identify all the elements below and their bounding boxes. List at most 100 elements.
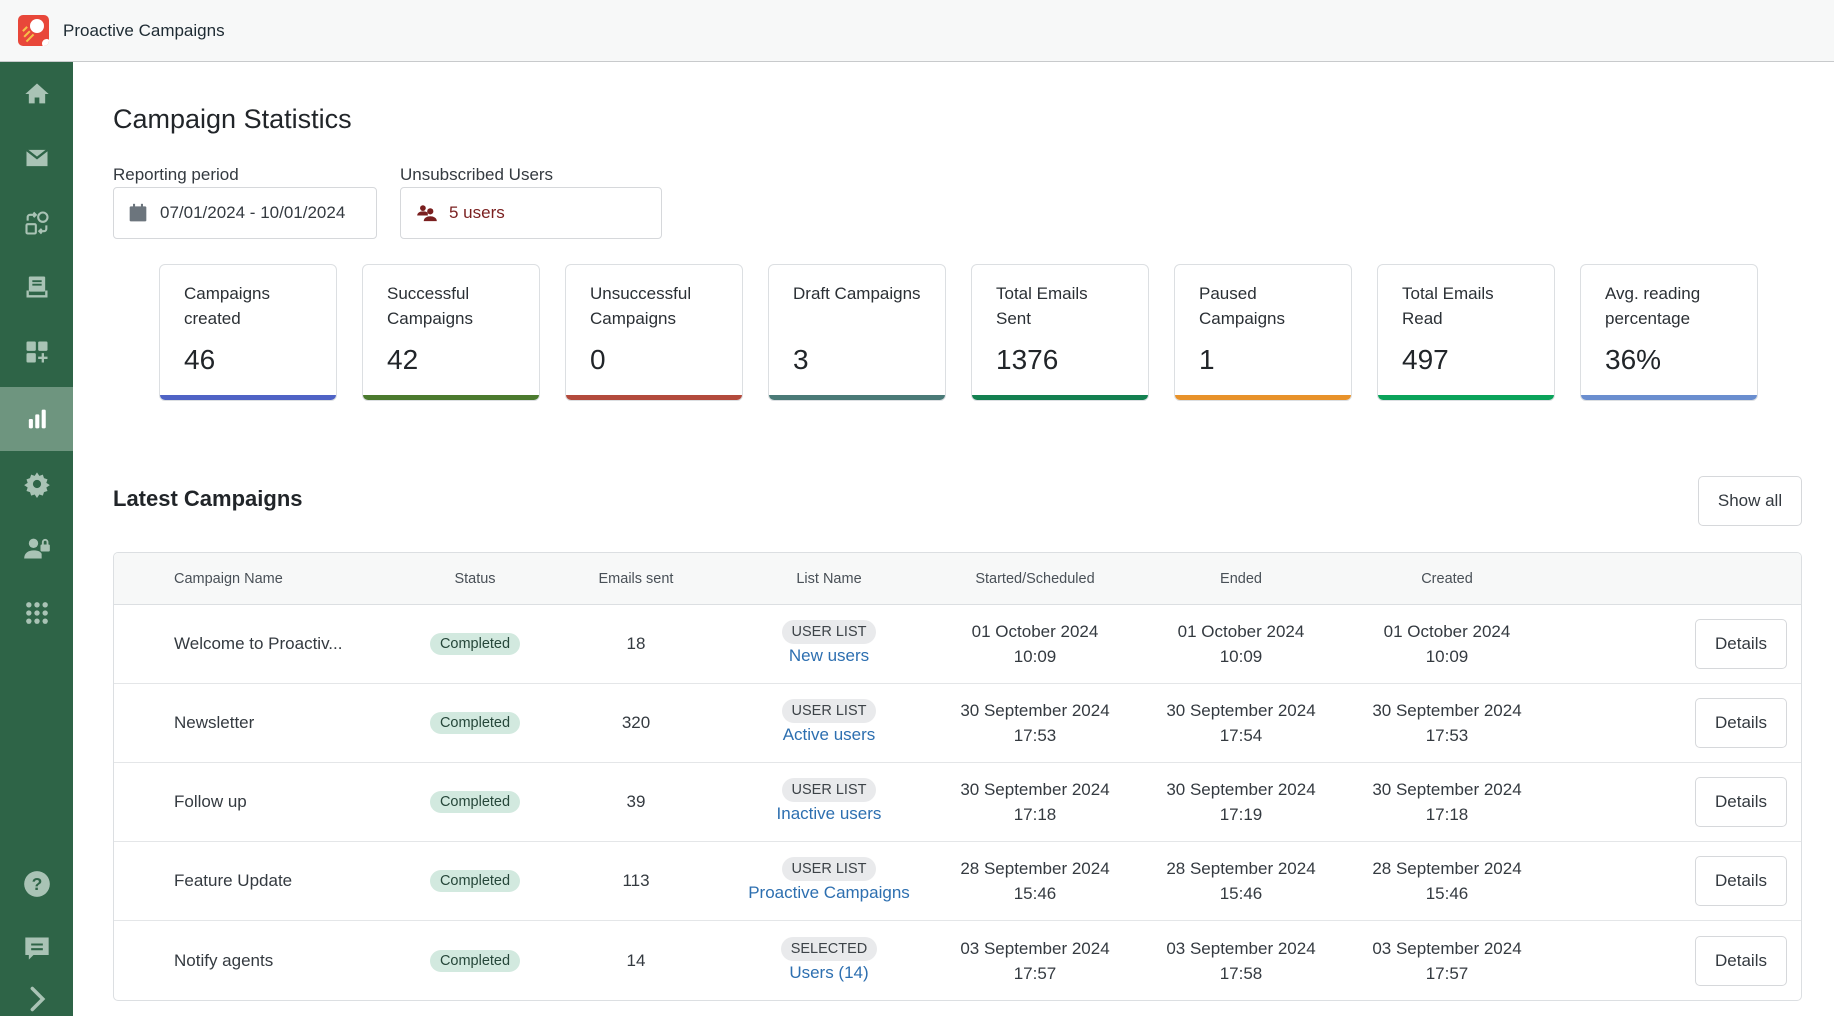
show-all-button[interactable]: Show all [1698, 476, 1802, 526]
sidebar-item-automations[interactable] [0, 191, 73, 255]
stat-value: 3 [793, 344, 809, 375]
created-date: 30 September 2024 [1372, 780, 1522, 799]
stat-label: Paused Campaigns [1199, 284, 1285, 328]
main-content: Campaign Statistics Reporting period 07/… [73, 62, 1834, 1016]
stat-accent-bar [769, 395, 945, 400]
created-date: 01 October 2024 [1383, 622, 1511, 641]
campaigns-table: Campaign Name Status Emails sent List Na… [113, 552, 1802, 1001]
sidebar-item-email[interactable] [0, 126, 73, 190]
user-lock-icon [23, 538, 50, 559]
table-row: Welcome to Proactiv... Completed 18 USER… [114, 605, 1801, 684]
ended-cell: 01 October 2024 10:09 [1138, 619, 1344, 669]
unsubscribed-users-button[interactable]: 5 users [400, 187, 662, 239]
stat-accent-bar [972, 395, 1148, 400]
page-title: Campaign Statistics [113, 104, 352, 134]
stat-label: Successful Campaigns [387, 284, 473, 328]
details-button[interactable]: Details [1695, 777, 1787, 827]
list-type-badge: SELECTED [780, 936, 878, 961]
sidebar: ? [0, 62, 73, 1016]
table-row: Feature Update Completed 113 USER LIST P… [114, 842, 1801, 921]
chevron-right-icon [30, 986, 45, 1011]
sidebar-item-widgets[interactable] [0, 320, 73, 384]
started-date: 03 September 2024 [960, 938, 1110, 958]
status-badge: Completed [429, 949, 521, 972]
stats-cards: Campaigns created 46 Successful Campaign… [159, 264, 1758, 401]
list-name-link[interactable]: Users (14) [726, 961, 932, 985]
stat-card-avg-reading-percentage: Avg. reading percentage 36% [1580, 264, 1758, 401]
svg-text:?: ? [31, 874, 42, 894]
sidebar-item-help[interactable]: ? [0, 852, 73, 916]
reporting-period-picker[interactable]: 07/01/2024 - 10/01/2024 [113, 187, 377, 239]
ended-date: 01 October 2024 [1177, 622, 1305, 641]
ended-time: 15:46 [1219, 884, 1263, 903]
stat-card-campaigns-created: Campaigns created 46 [159, 264, 337, 401]
table-row: Notify agents Completed 14 SELECTED User… [114, 921, 1801, 1000]
sidebar-item-settings[interactable] [0, 452, 73, 516]
stat-value: 497 [1402, 344, 1449, 375]
table-row: Newsletter Completed 320 USER LIST Activ… [114, 684, 1801, 763]
started-date: 30 September 2024 [960, 701, 1110, 720]
stat-value: 1376 [996, 344, 1059, 375]
list-name-link[interactable]: Inactive users [726, 802, 932, 826]
created-cell: 28 September 2024 15:46 [1344, 856, 1550, 906]
started-time: 17:53 [1013, 726, 1057, 745]
sidebar-item-apps[interactable] [0, 581, 73, 645]
stat-card-total-emails-read: Total Emails Read 497 [1377, 264, 1555, 401]
campaign-name: Notify agents [174, 950, 274, 970]
details-button[interactable]: Details [1695, 698, 1787, 748]
stat-value: 42 [387, 344, 419, 375]
list-name-link[interactable]: Active users [726, 723, 932, 747]
details-button[interactable]: Details [1695, 935, 1787, 986]
stat-card-draft-campaigns: Draft Campaigns 3 [768, 264, 946, 401]
emails-sent: 39 [626, 792, 646, 811]
column-header-list-name: List Name [796, 570, 862, 587]
column-header-started: Started/Scheduled [975, 570, 1095, 587]
list-type-badge: USER LIST [781, 620, 877, 644]
stat-accent-bar [566, 395, 742, 400]
stat-value: 1 [1199, 344, 1215, 375]
ended-time: 10:09 [1219, 647, 1263, 666]
sidebar-item-permissions[interactable] [0, 516, 73, 580]
emails-sent: 14 [626, 950, 646, 970]
ended-cell: 03 September 2024 17:58 [1138, 936, 1344, 986]
stat-label: Draft Campaigns [793, 284, 921, 303]
app-title: Proactive Campaigns [63, 20, 225, 40]
ended-date: 28 September 2024 [1166, 859, 1316, 878]
details-button[interactable]: Details [1695, 619, 1787, 669]
reporting-period-value: 07/01/2024 - 10/01/2024 [160, 203, 346, 222]
status-badge: Completed [429, 791, 521, 813]
emails-sent: 113 [622, 871, 650, 890]
home-icon [24, 83, 49, 104]
inbox-icon [26, 276, 47, 298]
stat-accent-bar [1175, 395, 1351, 400]
sidebar-item-feedback[interactable] [0, 916, 73, 980]
details-button[interactable]: Details [1695, 856, 1787, 906]
campaign-name: Feature Update [174, 871, 293, 890]
list-name-link[interactable]: Proactive Campaigns [726, 881, 932, 905]
ended-date: 30 September 2024 [1166, 780, 1316, 799]
status-badge: Completed [429, 633, 521, 655]
created-cell: 30 September 2024 17:18 [1344, 777, 1550, 827]
calendar-icon [129, 203, 147, 222]
latest-campaigns-title: Latest Campaigns [113, 486, 303, 511]
emails-sent: 320 [621, 713, 651, 732]
stat-value: 46 [184, 344, 216, 375]
created-time: 17:57 [1425, 963, 1469, 983]
sidebar-expand-button[interactable] [0, 981, 73, 1016]
created-date: 28 September 2024 [1372, 859, 1522, 878]
column-header-status: Status [454, 570, 496, 587]
sidebar-item-templates[interactable] [0, 255, 73, 319]
grid-icon [25, 602, 48, 624]
unsubscribed-users-value: 5 users [449, 203, 505, 222]
sidebar-item-home[interactable] [0, 62, 73, 126]
started-time: 17:57 [1013, 963, 1057, 983]
list-type-badge: USER LIST [781, 857, 877, 881]
stat-label: Unsuccessful Campaigns [590, 284, 692, 328]
sidebar-item-statistics[interactable] [0, 387, 73, 451]
gear-icon [23, 472, 50, 498]
list-name-link[interactable]: New users [726, 644, 932, 668]
top-bar: Proactive Campaigns [0, 0, 1834, 62]
started-cell: 01 October 2024 10:09 [932, 619, 1138, 669]
stat-card-successful-campaigns: Successful Campaigns 42 [362, 264, 540, 401]
stat-label: Total Emails Read [1402, 284, 1494, 328]
